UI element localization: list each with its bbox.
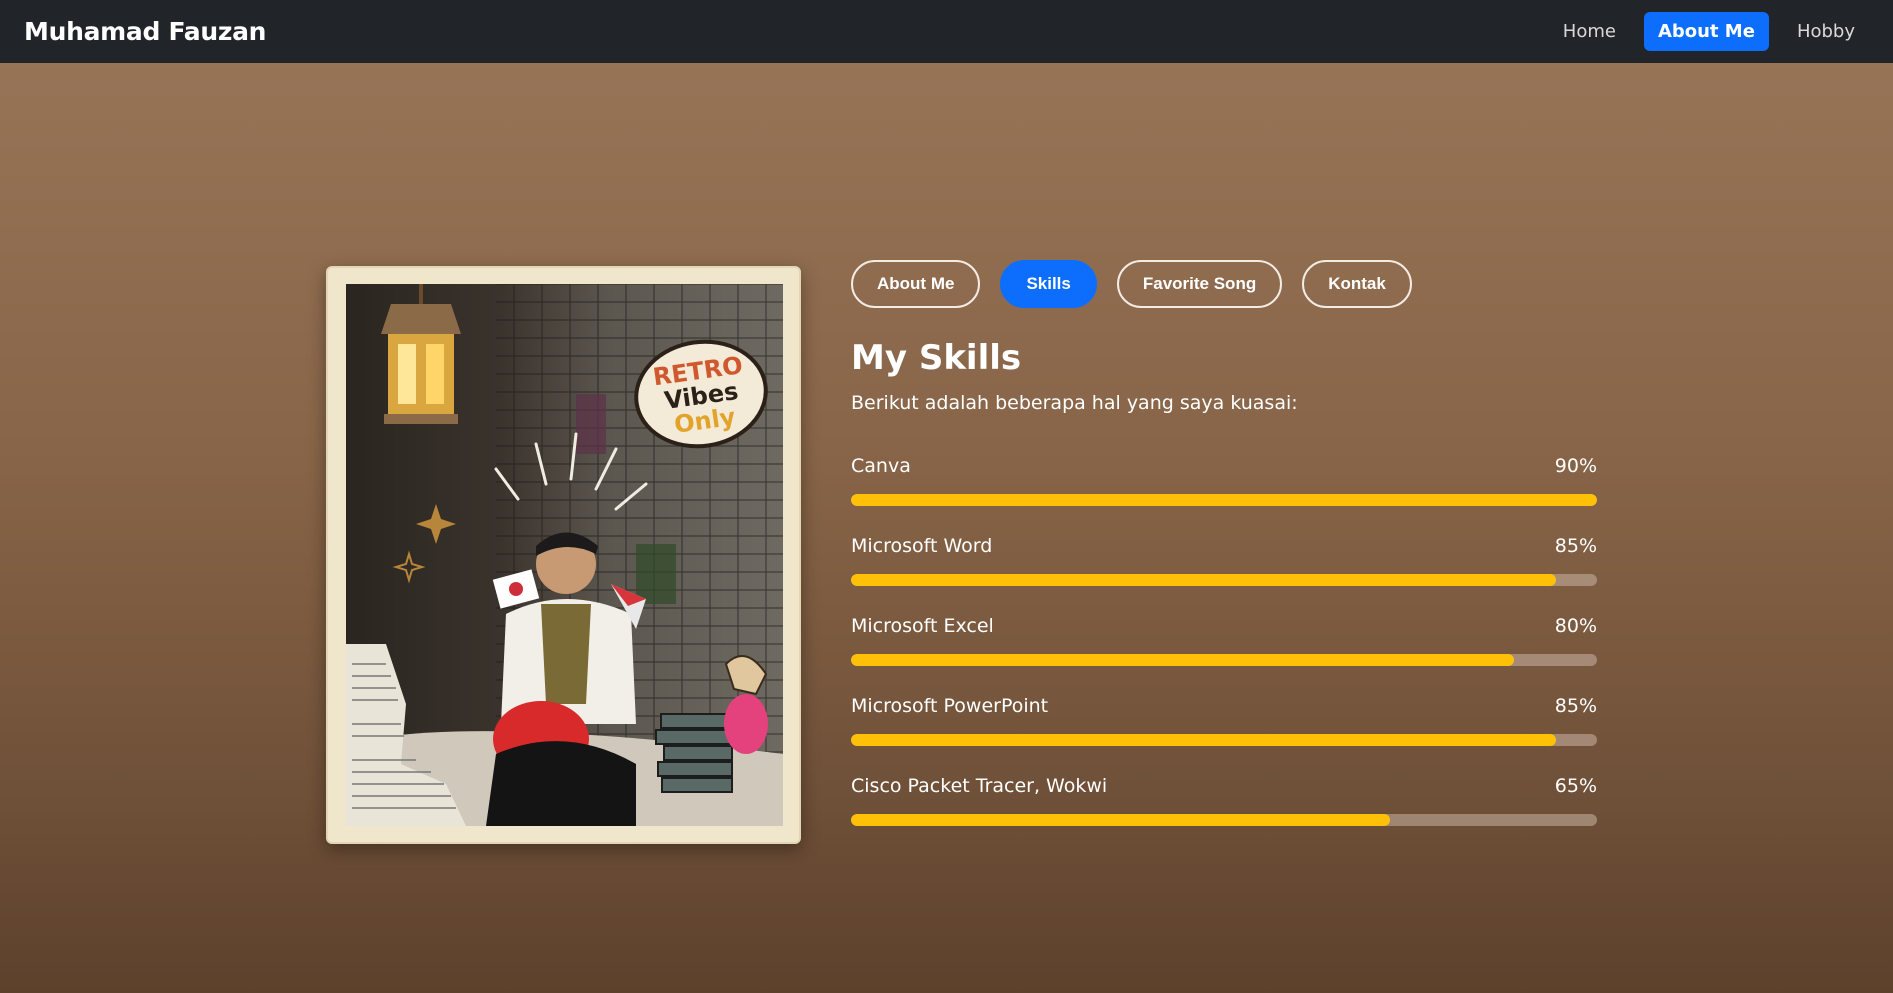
section-title: My Skills <box>851 338 1022 378</box>
profile-photo: RETRO Vibes Only <box>346 284 783 826</box>
skill-progress-bar <box>851 814 1597 826</box>
skill-progress-fill <box>851 654 1515 666</box>
skill-progress-bar <box>851 734 1597 746</box>
skill-percent: 85% <box>1554 535 1597 557</box>
skill-percent: 65% <box>1554 775 1597 797</box>
skill-progress-fill <box>851 814 1390 826</box>
nav-links: Home About Me Hobby <box>1549 12 1869 51</box>
nav-link-home[interactable]: Home <box>1549 12 1630 51</box>
skill-item: Microsoft Excel 80% <box>851 615 1597 695</box>
skill-progress-bar <box>851 654 1597 666</box>
section-subtitle: Berikut adalah beberapa hal yang saya ku… <box>851 392 1298 414</box>
brand-name[interactable]: Muhamad Fauzan <box>24 17 266 46</box>
skill-name: Microsoft Excel <box>851 615 994 637</box>
skill-progress-bar <box>851 574 1597 586</box>
skill-progress-bar <box>851 494 1597 506</box>
section-tabs: About Me Skills Favorite Song Kontak <box>851 260 1412 308</box>
skill-progress-fill <box>851 494 1597 506</box>
navbar: Muhamad Fauzan Home About Me Hobby <box>0 0 1893 63</box>
profile-photo-frame: RETRO Vibes Only <box>326 266 801 844</box>
skill-percent: 90% <box>1554 455 1597 477</box>
skill-name: Canva <box>851 455 911 477</box>
nav-link-about-me[interactable]: About Me <box>1643 12 1769 51</box>
skill-item: Cisco Packet Tracer, Wokwi 65% <box>851 775 1597 855</box>
skill-percent: 80% <box>1554 615 1597 637</box>
tab-skills[interactable]: Skills <box>1000 260 1097 308</box>
skill-progress-fill <box>851 574 1556 586</box>
skill-item: Microsoft PowerPoint 85% <box>851 695 1597 775</box>
nav-link-hobby[interactable]: Hobby <box>1783 12 1869 51</box>
skill-name: Microsoft PowerPoint <box>851 695 1049 717</box>
skill-item: Canva 90% <box>851 455 1597 535</box>
tab-about-me[interactable]: About Me <box>851 260 981 308</box>
tab-kontak[interactable]: Kontak <box>1302 260 1412 308</box>
tab-favorite-song[interactable]: Favorite Song <box>1116 260 1283 308</box>
skill-progress-fill <box>851 734 1556 746</box>
skills-list: Canva 90% Microsoft Word 85% Microsoft E… <box>851 455 1597 855</box>
skill-name: Microsoft Word <box>851 535 993 557</box>
profile-photo-illustration: RETRO Vibes Only <box>346 284 783 826</box>
skill-percent: 85% <box>1554 695 1597 717</box>
skill-item: Microsoft Word 85% <box>851 535 1597 615</box>
skill-name: Cisco Packet Tracer, Wokwi <box>851 775 1108 797</box>
